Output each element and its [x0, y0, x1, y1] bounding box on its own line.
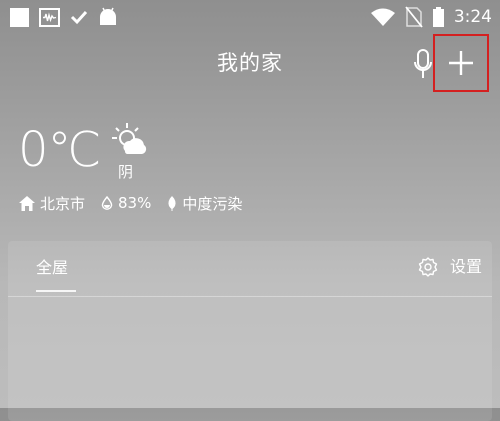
plus-icon — [449, 51, 473, 75]
add-button[interactable] — [433, 34, 489, 92]
leaf-icon — [168, 195, 176, 211]
humidity-item: 83% — [101, 194, 151, 212]
no-sim-icon — [405, 6, 423, 28]
check-icon — [70, 10, 88, 25]
city-label: 北京市 — [40, 194, 86, 213]
settings-label: 设置 — [449, 257, 482, 276]
gear-icon — [418, 257, 438, 277]
status-time: 3:24 — [453, 7, 492, 27]
humidity-value: 83% — [118, 194, 152, 212]
battery-icon — [432, 7, 444, 27]
wifi-icon — [370, 8, 395, 26]
home-icon — [19, 195, 35, 211]
temperature: 0℃ — [18, 122, 101, 178]
partly-cloudy-icon — [112, 123, 147, 154]
settings-button[interactable]: 设置 — [418, 256, 482, 278]
air-quality-label: 中度污染 — [182, 194, 243, 213]
weather-condition: 阴 — [118, 163, 134, 181]
location-item: 北京市 — [19, 193, 85, 214]
microphone-icon[interactable] — [412, 48, 434, 82]
room-card: 全屋 设置 — [8, 241, 492, 421]
status-bar-right: 3:24 — [370, 6, 492, 28]
tab-underline — [36, 290, 76, 292]
notification-square-icon — [10, 7, 29, 27]
card-divider — [8, 296, 492, 297]
android-icon — [100, 7, 116, 25]
status-bar: 3:24 — [0, 0, 500, 34]
voicemail-icon — [39, 7, 60, 27]
weather-info-row: 北京市 83% 中度污染 — [19, 192, 258, 214]
status-bar-left — [10, 7, 118, 27]
tab-whole-house[interactable]: 全屋 — [36, 257, 68, 279]
air-quality-item: 中度污染 — [167, 193, 242, 214]
humidity-drop-icon — [101, 196, 113, 210]
